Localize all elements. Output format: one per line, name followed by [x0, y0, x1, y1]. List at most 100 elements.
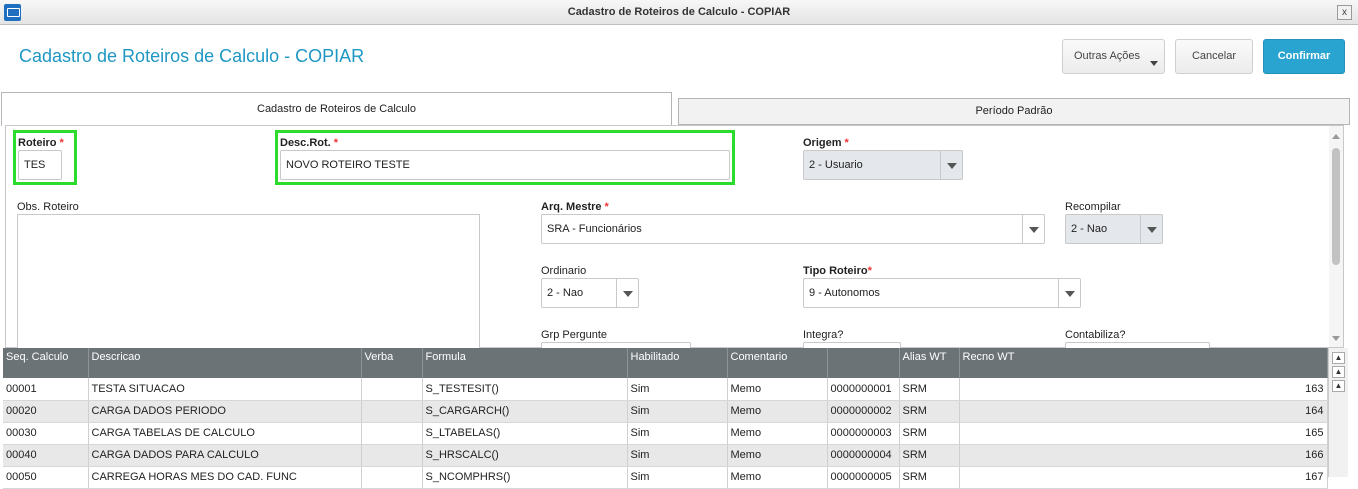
window-titlebar: Cadastro de Roteiros de Calculo - COPIAR…	[0, 0, 1358, 25]
cell-comentario[interactable]: Memo	[727, 378, 828, 401]
cell-alias-wt: SRM	[899, 378, 960, 401]
cell-formula: S_HRSCALC()	[422, 444, 628, 467]
scrollbar-thumb[interactable]	[1332, 148, 1340, 265]
desc-rot-input[interactable]: NOVO ROTEIRO TESTE	[280, 150, 730, 180]
cancel-button[interactable]: Cancelar	[1175, 39, 1253, 74]
form-vertical-scrollbar[interactable]	[1329, 126, 1343, 347]
desc-rot-label: Desc.Rot. *	[280, 137, 338, 149]
cell-descricao: CARGA DADOS PARA CALCULO	[88, 444, 362, 467]
required-mark: *	[604, 201, 609, 213]
cell-alias-wt: SRM	[899, 444, 960, 467]
other-actions-label: Outras Ações	[1074, 50, 1141, 62]
ordinario-select[interactable]: 2 - Nao	[541, 278, 639, 308]
table-row[interactable]: 00040 CARGA DADOS PARA CALCULO S_HRSCALC…	[3, 444, 1328, 467]
cell-sequence: 0000000001	[827, 378, 900, 401]
col-header-descricao[interactable]: Descricao	[88, 348, 362, 378]
cell-habilitado: Sim	[627, 378, 728, 401]
integra-label: Integra?	[803, 329, 844, 341]
tab-cadastro-roteiros[interactable]: Cadastro de Roteiros de Calculo	[1, 92, 672, 126]
arq-mestre-value: SRA - Funcionários	[547, 223, 642, 235]
col-header-formula[interactable]: Formula	[422, 348, 628, 378]
chevron-down-icon[interactable]	[1058, 279, 1080, 307]
obs-roteiro-textarea[interactable]	[17, 214, 480, 349]
tipo-roteiro-value: 9 - Autonomos	[809, 287, 880, 299]
col-header-comentario[interactable]: Comentario	[727, 348, 828, 378]
cell-comentario[interactable]: Memo	[727, 444, 828, 467]
cell-comentario[interactable]: Memo	[727, 466, 828, 489]
cell-verba	[361, 444, 423, 467]
cell-descricao: CARGA TABELAS DE CALCULO	[88, 422, 362, 445]
page-up-icon[interactable]: ▲	[1332, 366, 1345, 378]
col-header-seq-calculo[interactable]: Seq. Calculo	[3, 348, 89, 378]
cell-formula: S_LTABELAS()	[422, 422, 628, 445]
scroll-up-icon[interactable]: ▲	[1332, 380, 1345, 392]
confirm-button[interactable]: Confirmar	[1263, 39, 1345, 74]
contabiliza-label: Contabiliza?	[1065, 329, 1126, 341]
cell-recno-wt: 167	[959, 466, 1328, 489]
cell-recno-wt: 166	[959, 444, 1328, 467]
chevron-down-icon[interactable]	[616, 279, 638, 307]
roteiro-input[interactable]: TES	[18, 150, 62, 180]
cell-comentario[interactable]: Memo	[727, 400, 828, 423]
col-header-verba[interactable]: Verba	[361, 348, 423, 378]
cell-verba	[361, 422, 423, 445]
table-row[interactable]: 00050 CARREGA HORAS MES DO CAD. FUNC S_N…	[3, 466, 1328, 489]
ordinario-label: Ordinario	[541, 265, 587, 277]
roteiro-grid: Seq. Calculo Descricao Verba Formula Hab…	[3, 348, 1328, 489]
origem-label: Origem *	[803, 137, 849, 149]
roteiro-label-text: Roteiro	[18, 137, 57, 149]
tab-periodo-padrao[interactable]: Período Padrão	[678, 98, 1350, 125]
cell-seq: 00001	[3, 378, 89, 401]
form-panel: Roteiro * TES Desc.Rot. * NOVO ROTEIRO TES…	[5, 125, 1344, 350]
chevron-down-icon	[1150, 61, 1158, 66]
arq-mestre-label-text: Arq. Mestre	[541, 201, 602, 213]
desc-rot-label-text: Desc.Rot.	[280, 137, 331, 149]
cell-seq: 00030	[3, 422, 89, 445]
cell-seq: 00020	[3, 400, 89, 423]
chevron-down-icon[interactable]	[1140, 215, 1162, 243]
cell-sequence: 0000000004	[827, 444, 900, 467]
col-header-recno-wt[interactable]: Recno WT	[959, 348, 1328, 378]
cell-habilitado: Sim	[627, 422, 728, 445]
cell-verba	[361, 466, 423, 489]
cell-descricao: CARREGA HORAS MES DO CAD. FUNC	[88, 466, 362, 489]
table-row[interactable]: 00020 CARGA DADOS PERIODO S_CARGARCH() S…	[3, 400, 1328, 423]
scroll-up-icon[interactable]	[1332, 134, 1340, 139]
cell-habilitado: Sim	[627, 444, 728, 467]
col-header-sequence[interactable]	[827, 348, 900, 378]
cell-comentario[interactable]: Memo	[727, 422, 828, 445]
origem-label-text: Origem	[803, 137, 842, 149]
origem-select[interactable]: 2 - Usuario	[803, 150, 963, 180]
scroll-top-icon[interactable]: ▲	[1332, 352, 1345, 364]
table-row[interactable]: 00030 CARGA TABELAS DE CALCULO S_LTABELA…	[3, 422, 1328, 445]
chevron-down-icon[interactable]	[1022, 215, 1044, 243]
recompilar-value: 2 - Nao	[1071, 223, 1108, 235]
arq-mestre-select[interactable]: SRA - Funcionários	[541, 214, 1045, 244]
table-row[interactable]: 00001 TESTA SITUACAO S_TESTESIT() Sim Me…	[3, 378, 1328, 401]
cell-verba	[361, 400, 423, 423]
page-title: Cadastro de Roteiros de Calculo - COPIAR	[19, 46, 365, 66]
cell-formula: S_CARGARCH()	[422, 400, 628, 423]
origem-value: 2 - Usuario	[809, 159, 863, 171]
scroll-down-icon[interactable]	[1332, 336, 1340, 341]
recompilar-label: Recompilar	[1065, 201, 1121, 213]
col-header-alias-wt[interactable]: Alias WT	[899, 348, 960, 378]
arq-mestre-label: Arq. Mestre *	[541, 201, 609, 213]
required-mark: *	[333, 137, 339, 149]
tipo-roteiro-select[interactable]: 9 - Autonomos	[803, 278, 1081, 308]
col-header-habilitado[interactable]: Habilitado	[627, 348, 728, 378]
tipo-roteiro-label: Tipo Roteiro*	[803, 265, 872, 277]
recompilar-select[interactable]: 2 - Nao	[1065, 214, 1163, 244]
grid-header-row: Seq. Calculo Descricao Verba Formula Hab…	[3, 348, 1328, 378]
cell-recno-wt: 163	[959, 378, 1328, 401]
obs-roteiro-label: Obs. Roteiro	[17, 201, 79, 213]
other-actions-button[interactable]: Outras Ações	[1062, 39, 1165, 74]
ordinario-value: 2 - Nao	[547, 287, 584, 299]
cell-descricao: TESTA SITUACAO	[88, 378, 362, 401]
grp-pergunte-label: Grp Pergunte	[541, 329, 608, 341]
chevron-down-icon[interactable]	[940, 151, 962, 179]
cell-habilitado: Sim	[627, 400, 728, 423]
close-icon[interactable]: x	[1337, 5, 1352, 20]
required-mark: *	[844, 137, 849, 149]
cell-alias-wt: SRM	[899, 422, 960, 445]
